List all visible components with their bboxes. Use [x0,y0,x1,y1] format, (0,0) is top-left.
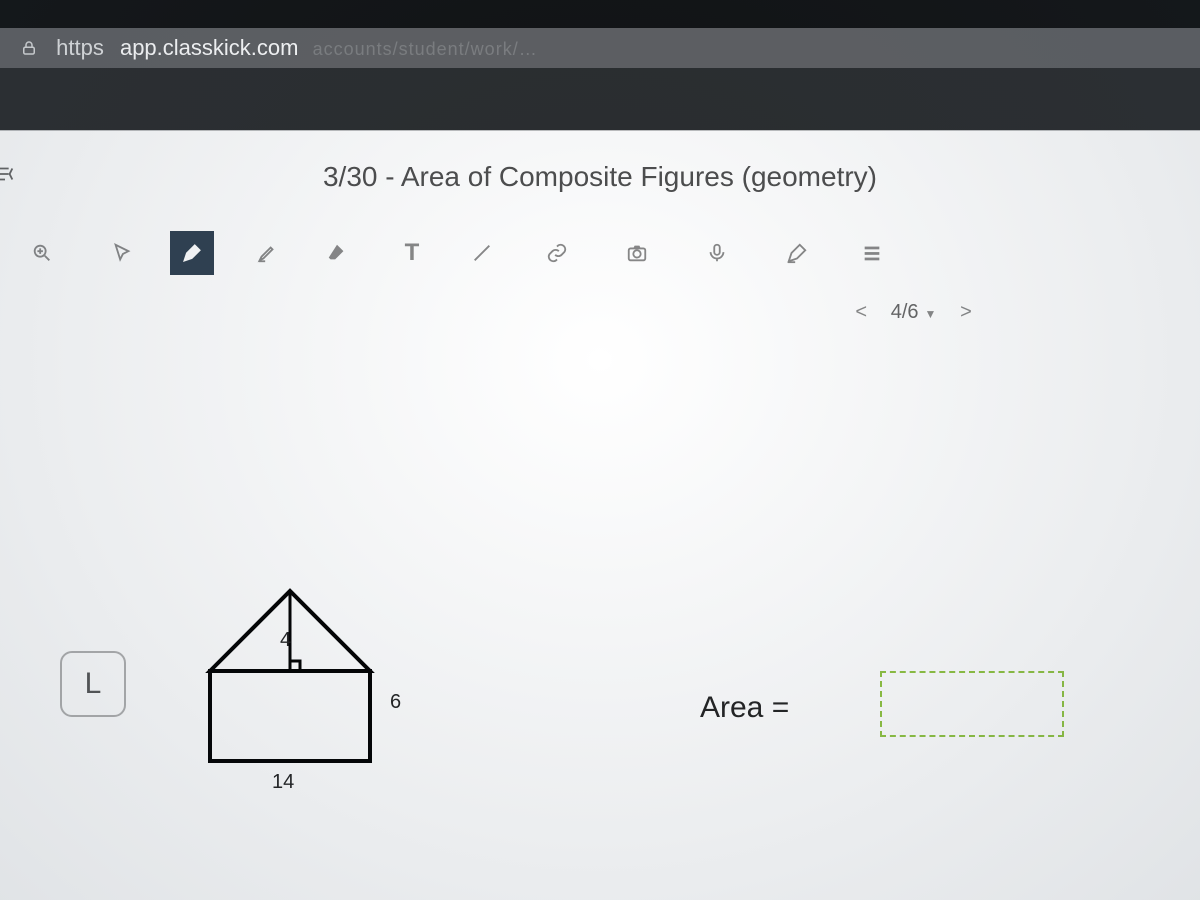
highlighter-icon[interactable] [245,231,289,275]
area-prompt: Area = [700,691,789,725]
slide-canvas[interactable]: L 4 6 14 Area = [0,351,1200,901]
caret-down-icon: ▼ [925,307,937,321]
dim-rect-height: 6 [390,691,401,714]
url-path: accounts/student/work/… [313,39,538,59]
zoom-icon[interactable] [20,231,64,275]
pointer-icon[interactable] [100,231,144,275]
link-icon[interactable] [535,231,579,275]
lock-icon [20,30,38,48]
problem-letter: L [60,651,126,717]
slide-pager: < 4/6▼ > [847,301,980,324]
slide-count[interactable]: 4/6▼ [891,301,937,324]
next-slide-button[interactable]: > [952,301,980,324]
menu-icon[interactable] [850,231,894,275]
url-scheme: https [56,35,104,60]
classkick-app: 3/30 - Area of Composite Figures (geomet… [0,130,1200,901]
camera-icon[interactable] [615,231,659,275]
mic-icon[interactable] [695,231,739,275]
composite-figure [180,571,400,791]
answer-input-box[interactable] [880,671,1064,737]
pen-icon[interactable] [170,231,214,275]
assignment-title-bar: 3/30 - Area of Composite Figures (geomet… [0,131,1200,201]
drawing-toolbar: T [0,221,1200,281]
url-host: app.classkick.com [120,35,299,60]
prev-slide-button[interactable]: < [847,301,875,324]
assignment-title: 3/30 - Area of Composite Figures (geomet… [323,161,877,193]
dim-triangle-height: 4 [280,629,291,652]
dim-base: 14 [272,771,294,794]
eraser-icon[interactable] [315,231,359,275]
help-icon[interactable] [775,231,819,275]
text-tool-icon[interactable]: T [390,231,434,275]
browser-address-bar[interactable]: https app.classkick.com accounts/student… [0,28,1200,68]
line-tool-icon[interactable] [460,231,504,275]
